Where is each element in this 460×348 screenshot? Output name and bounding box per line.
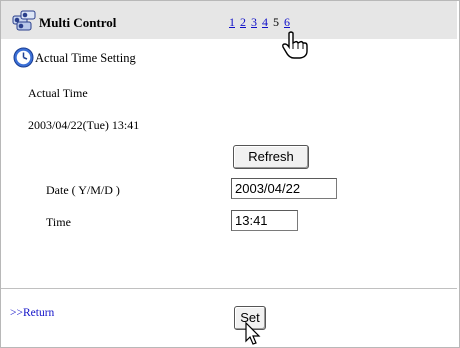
page-link-3[interactable]: 3 — [251, 15, 257, 29]
date-label: Date ( Y/M/D ) — [46, 183, 120, 197]
clock-icon — [13, 47, 34, 68]
page-current-5: 5 — [273, 15, 279, 29]
page-header-title: Multi Control — [39, 15, 117, 30]
page-link-2[interactable]: 2 — [240, 15, 246, 29]
mouse-cursor-icon — [245, 322, 261, 345]
page-pager: 123456 — [229, 15, 295, 30]
date-input[interactable]: 2003/04/22 — [231, 178, 337, 199]
footer-divider — [1, 288, 457, 289]
actual-time-value: 2003/04/22(Tue) 13:41 — [28, 118, 140, 132]
hand-pointer-icon — [282, 31, 308, 59]
page-link-1[interactable]: 1 — [229, 15, 235, 29]
time-input[interactable]: 13:41 — [231, 210, 298, 231]
time-label: Time — [46, 215, 71, 229]
actual-time-label: Actual Time — [28, 86, 88, 100]
refresh-button[interactable]: Refresh — [233, 145, 309, 169]
return-link[interactable]: >>Return — [10, 307, 54, 319]
header-bar: Multi Control 123456 — [1, 1, 457, 39]
page-link-4[interactable]: 4 — [262, 15, 268, 29]
page-link-6[interactable]: 6 — [284, 15, 290, 29]
section-title: Actual Time Setting — [35, 51, 136, 65]
